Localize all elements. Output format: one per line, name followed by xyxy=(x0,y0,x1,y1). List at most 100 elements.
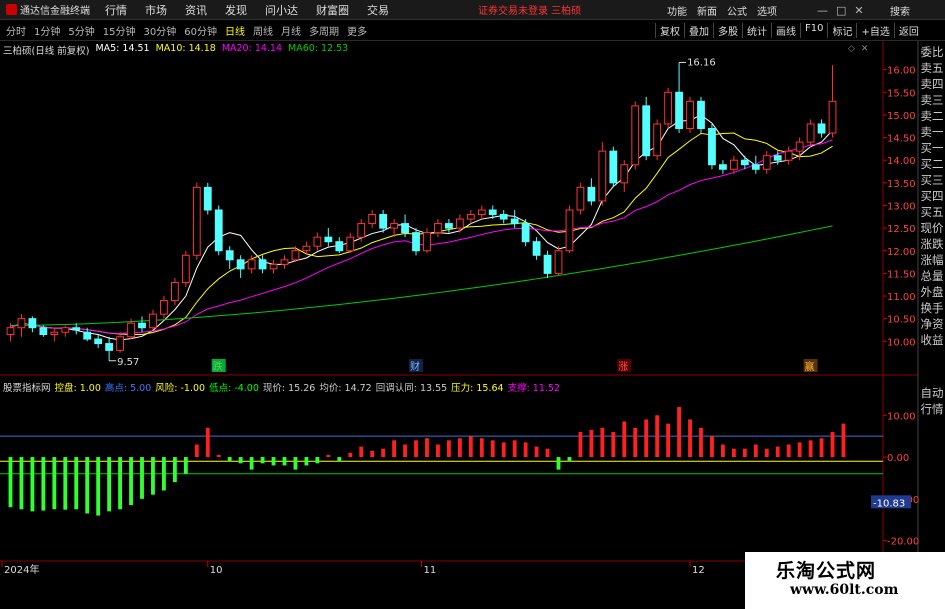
app-title: 通达信金融终端 xyxy=(0,2,96,17)
menu-item-discover[interactable]: 发现 xyxy=(216,2,256,18)
candle-body xyxy=(28,318,37,329)
menu-item-newpage[interactable]: 新面 xyxy=(692,3,722,18)
quote-label-12[interactable]: 涨跌 xyxy=(919,236,945,252)
ma60-value: MA60: 12.53 xyxy=(288,43,349,54)
ma20-line xyxy=(10,139,833,334)
ma10-value: MA10: 14.18 xyxy=(155,43,216,54)
tool-button-5[interactable]: F10 xyxy=(800,23,827,38)
price-tick-label-10: 15.00 xyxy=(887,111,916,122)
candle-body xyxy=(488,209,497,216)
indicator-bar xyxy=(468,436,473,458)
tool-button-7[interactable]: +自选 xyxy=(856,23,893,38)
indicator-bar xyxy=(227,457,232,462)
quote-label-0[interactable]: 委比 xyxy=(919,44,945,60)
indicator-bar xyxy=(655,415,660,458)
candle-body xyxy=(280,259,289,265)
menu-item-formula[interactable]: 公式 xyxy=(722,3,752,18)
maximize-icon[interactable]: □ xyxy=(836,4,846,17)
price-tick-label-0: 10.00 xyxy=(887,337,916,348)
indicator-bar xyxy=(830,431,835,458)
high-price-label: 16.16 xyxy=(687,57,716,68)
quote-label-7[interactable]: 买二 xyxy=(919,156,945,172)
quote-label-3[interactable]: 卖三 xyxy=(919,92,945,108)
menu-item-trade[interactable]: 交易 xyxy=(358,2,398,18)
candle-body xyxy=(675,91,683,129)
menu-item-function[interactable]: 功能 xyxy=(662,3,692,18)
indicator-bar xyxy=(271,457,276,466)
period-tab-6[interactable]: 日线 xyxy=(221,23,249,38)
period-tab-2[interactable]: 5分钟 xyxy=(64,23,98,38)
menu-item-market[interactable]: 市场 xyxy=(136,2,176,18)
menu-item-options[interactable]: 选项 xyxy=(752,3,782,18)
menu-item-quotes[interactable]: 行情 xyxy=(96,2,136,18)
quote-label-2[interactable]: 卖四 xyxy=(919,76,945,92)
period-tabs: 分时 1分钟 5分钟 15分钟 30分钟 60分钟 日线 周线 月线 多周期 更多 xyxy=(2,23,371,38)
minimize-icon[interactable]: — xyxy=(817,4,828,17)
menu-item-ask[interactable]: 问小达 xyxy=(256,2,307,18)
candle-body xyxy=(203,186,212,211)
price-tick-label-12: 16.00 xyxy=(887,66,916,77)
quote-label-16[interactable]: 换手 xyxy=(919,300,945,316)
candle-body xyxy=(817,123,826,134)
quote-label-14[interactable]: 总量 xyxy=(919,268,945,284)
period-tab-5[interactable]: 60分钟 xyxy=(180,23,221,38)
period-tab-4[interactable]: 30分钟 xyxy=(139,23,180,38)
quote-label-17[interactable]: 净资 xyxy=(919,316,945,332)
indicator-bar xyxy=(534,446,539,458)
tool-button-0[interactable]: 复权 xyxy=(655,23,684,38)
quote-label-6[interactable]: 买一 xyxy=(919,140,945,156)
tool-button-8[interactable]: 返回 xyxy=(893,23,923,38)
indicator-bar xyxy=(315,457,320,464)
quote-label-8[interactable]: 买三 xyxy=(919,172,945,188)
close-panel-icon[interactable]: ✕ xyxy=(861,44,869,54)
indicator-bar xyxy=(742,448,747,458)
indicator-bar xyxy=(600,427,605,458)
quote-label-11[interactable]: 现价 xyxy=(919,220,945,236)
chart-area[interactable]: 10.00 10.50 11.00 11.50 12.00 12.50 13.00 13.50… xyxy=(0,41,945,609)
close-icon[interactable]: ✕ xyxy=(854,4,863,17)
chart-controls: ◇ ✕ xyxy=(848,44,868,54)
search-button[interactable]: 搜索 xyxy=(890,3,910,18)
period-tab-7[interactable]: 周线 xyxy=(249,23,277,38)
indicator-bar xyxy=(666,423,671,458)
diamond-icon[interactable]: ◇ xyxy=(848,44,855,54)
period-tab-0[interactable]: 分时 xyxy=(2,23,30,38)
candle-body xyxy=(587,186,596,202)
tool-button-4[interactable]: 画线 xyxy=(771,23,800,38)
period-tab-9[interactable]: 多周期 xyxy=(305,23,343,38)
indicator-bar xyxy=(282,457,287,466)
period-tab-1[interactable]: 1分钟 xyxy=(30,23,64,38)
period-tab-10[interactable]: 更多 xyxy=(343,23,371,38)
quote-label-1[interactable]: 卖五 xyxy=(919,60,945,76)
tool-button-2[interactable]: 多股 xyxy=(713,23,742,38)
auto-label[interactable]: 自动 xyxy=(919,385,945,401)
candle-body xyxy=(445,223,453,229)
tool-button-3[interactable]: 统计 xyxy=(742,23,771,38)
indicator-bar xyxy=(392,440,397,458)
period-tab-3[interactable]: 15分钟 xyxy=(99,23,140,38)
quote-label-4[interactable]: 卖二 xyxy=(919,108,945,124)
quote-label[interactable]: 行情 xyxy=(919,401,945,417)
ind-support: 支撑: 11.52 xyxy=(507,383,560,394)
login-notice[interactable]: 证券交易未登录 三柏硕 xyxy=(478,2,581,17)
indicator-bar xyxy=(381,448,386,458)
ind-risk: 风险: -1.00 xyxy=(155,383,206,394)
quote-label-15[interactable]: 外盘 xyxy=(919,284,945,300)
menu-item-wealth[interactable]: 财富圈 xyxy=(307,2,358,18)
quote-label-18[interactable]: 收益 xyxy=(919,332,945,348)
indicator-bar xyxy=(523,442,528,458)
tool-button-6[interactable]: 标记 xyxy=(827,23,856,38)
indicator-bar xyxy=(457,438,462,458)
tool-button-1[interactable]: 叠加 xyxy=(684,23,713,38)
candle-body xyxy=(521,223,530,243)
indicator-bar xyxy=(688,419,692,458)
quote-label-13[interactable]: 涨幅 xyxy=(919,252,945,268)
candle-body xyxy=(554,250,563,274)
quote-label-9[interactable]: 买四 xyxy=(919,188,945,204)
candle-body xyxy=(127,322,135,338)
quote-label-5[interactable]: 卖一 xyxy=(919,124,945,140)
period-tab-8[interactable]: 月线 xyxy=(277,23,305,38)
quote-label-10[interactable]: 买五 xyxy=(919,204,945,220)
quote-panel: 委比 卖五 卖四 卖三 卖二 卖一 买一 买二 买三 买四 买五 现价 涨跌 涨幅 总量 外盘 换手 净资 收益 xyxy=(919,44,945,348)
menu-item-news[interactable]: 资讯 xyxy=(176,2,216,18)
